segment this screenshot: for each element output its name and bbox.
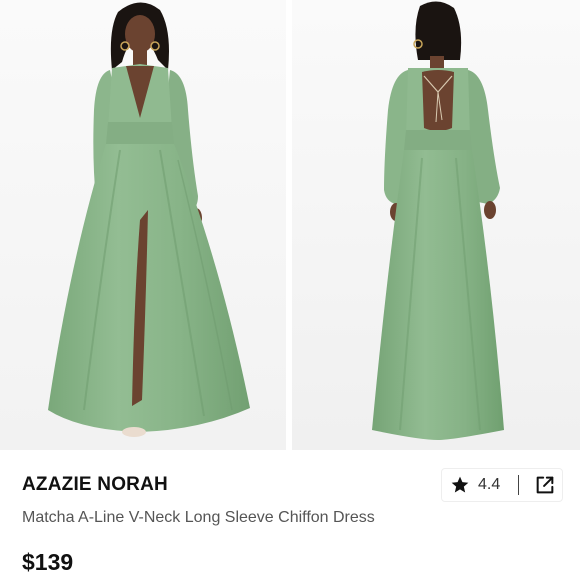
product-gallery bbox=[0, 0, 580, 450]
front-dress-illustration bbox=[0, 0, 286, 450]
actions-divider bbox=[518, 475, 520, 495]
share-external-icon bbox=[536, 476, 554, 494]
product-price: $139 bbox=[22, 549, 74, 575]
product-name[interactable]: Matcha A-Line V-Neck Long Sleeve Chiffon… bbox=[22, 509, 375, 527]
product-brand[interactable]: AZAZIE NORAH bbox=[22, 474, 168, 496]
share-button[interactable] bbox=[533, 473, 557, 497]
product-image-front[interactable] bbox=[0, 0, 286, 450]
product-actions: 4.4 bbox=[441, 468, 563, 502]
rating-button[interactable]: 4.4 bbox=[442, 469, 500, 501]
star-icon bbox=[451, 476, 469, 493]
product-image-back[interactable] bbox=[292, 0, 580, 450]
back-dress-illustration bbox=[292, 0, 580, 450]
product-card[interactable]: AZAZIE NORAH Matcha A-Line V-Neck Long S… bbox=[0, 0, 580, 580]
rating-value: 4.4 bbox=[478, 476, 501, 493]
product-info: AZAZIE NORAH Matcha A-Line V-Neck Long S… bbox=[0, 450, 580, 580]
